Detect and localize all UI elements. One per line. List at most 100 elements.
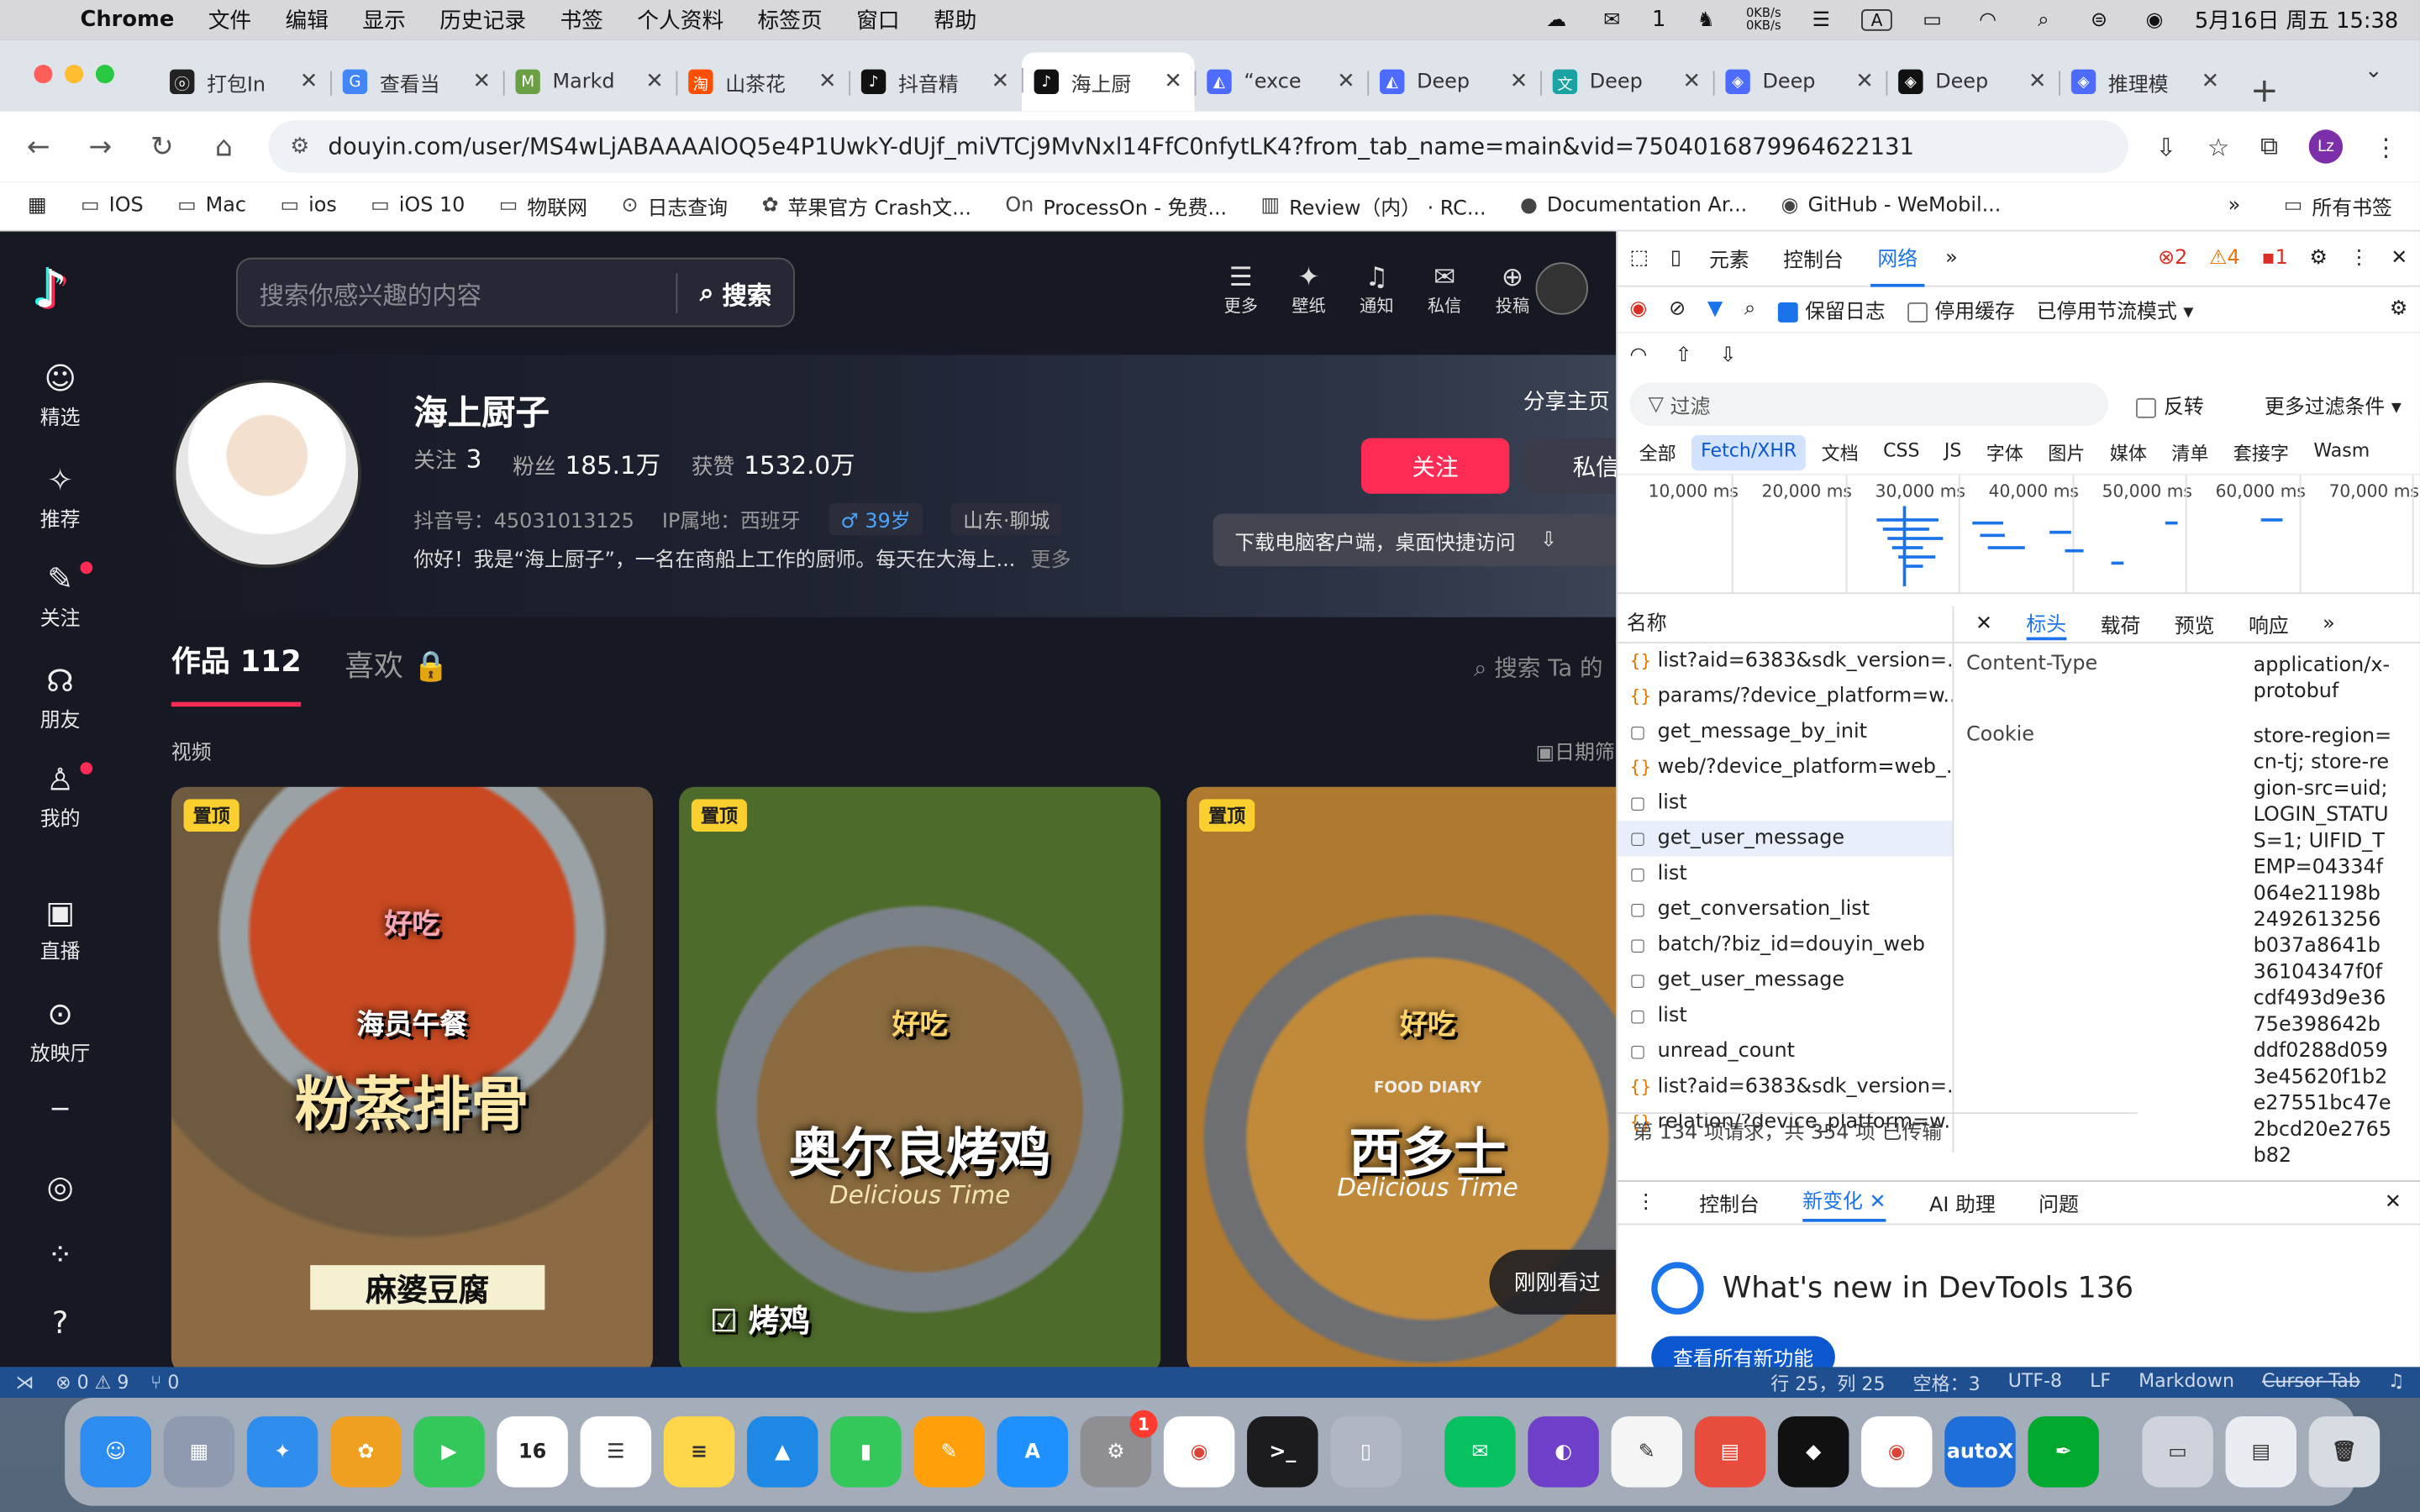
drawer-menu-icon[interactable]: ⋮ xyxy=(1636,1191,1656,1215)
bio-more-link[interactable]: 更多 xyxy=(1031,549,1071,573)
chrome-2-icon[interactable]: ◉ xyxy=(1861,1416,1933,1488)
warning-count[interactable]: ⚠4 xyxy=(2209,247,2240,270)
browser-tab[interactable]: G 查看当 ✕ xyxy=(330,55,503,108)
preserve-log-checkbox[interactable]: 保留日志 xyxy=(1777,295,1886,324)
help-icon[interactable]: ? xyxy=(0,1305,120,1339)
top-action[interactable]: ☰ 更多 xyxy=(1224,262,1258,318)
menu-app-name[interactable]: Chrome xyxy=(81,8,175,32)
bookmarks-overflow-icon[interactable]: » xyxy=(2228,194,2241,218)
facetime-icon[interactable]: ▶ xyxy=(413,1416,485,1488)
network-timeline[interactable]: 10,000 ms 20,000 ms 30,000 ms 40,000 ms 50,0… xyxy=(1617,473,2420,595)
type-filter-button[interactable]: Fetch/XHR xyxy=(1691,434,1807,471)
wifi-icon[interactable]: ◠ xyxy=(1972,9,2003,33)
numbers-icon[interactable]: ▮ xyxy=(830,1416,902,1488)
drawer-tab-whats-new[interactable]: 新变化 ✕ xyxy=(1802,1184,1886,1221)
type-filter-button[interactable]: 全部 xyxy=(1630,435,1686,470)
close-tab-icon[interactable]: ✕ xyxy=(1682,70,1701,94)
sidebar-item[interactable]: ▣ 直播 xyxy=(0,895,120,964)
line-ending[interactable]: LF xyxy=(2090,1369,2111,1395)
name-column-header[interactable]: 名称 xyxy=(1617,606,1953,643)
bookmark-item[interactable]: ▭ iOS 10 xyxy=(371,192,465,221)
install-app-icon[interactable]: ⇩ xyxy=(2156,132,2177,161)
tab-preview[interactable]: 预览 xyxy=(2175,609,2215,639)
type-filter-button[interactable]: 字体 xyxy=(1977,435,2033,470)
network-conditions-icon[interactable]: ◠ xyxy=(1630,344,1648,367)
browser-tab[interactable]: 文 Deep ✕ xyxy=(1540,55,1713,108)
tab-network[interactable]: 网络 xyxy=(1870,230,1924,287)
user-avatar-top[interactable] xyxy=(1535,262,1588,315)
menu-tabs[interactable]: 标签页 xyxy=(758,5,823,36)
record-icon[interactable]: ◉ xyxy=(1630,297,1648,321)
browser-tab[interactable]: ◈ 推理模 ✕ xyxy=(2059,55,2232,108)
request-row[interactable]: ▢ get_user_message xyxy=(1617,821,1953,857)
drawer-tab-console[interactable]: 控制台 xyxy=(1699,1188,1760,1218)
menu-file[interactable]: 文件 xyxy=(208,5,251,36)
menu-profile[interactable]: 个人资料 xyxy=(637,5,723,36)
autox-icon[interactable]: autoX xyxy=(1944,1416,2016,1488)
request-row[interactable]: ▢ get_message_by_init xyxy=(1618,714,1953,749)
video-card[interactable]: 置顶 好吃 奥尔良烤鸡 Delicious Time ☑ 烤鸡 xyxy=(679,786,1161,1369)
control-center-icon[interactable]: ⊜ xyxy=(2084,9,2115,33)
type-filter-button[interactable]: 媒体 xyxy=(2101,435,2156,470)
close-tab-icon[interactable]: ✕ xyxy=(1164,70,1182,94)
sidebar-item[interactable]: ☊ 朋友 xyxy=(0,664,120,733)
stack-icon[interactable]: ☰ xyxy=(1806,9,1837,33)
request-row[interactable]: ▢ get_user_message xyxy=(1618,963,1953,998)
close-tab-icon[interactable]: ✕ xyxy=(645,70,664,94)
bookmark-item[interactable]: ⊙ 日志查询 xyxy=(621,192,728,220)
reminders-icon[interactable]: ☰ xyxy=(580,1416,652,1488)
bookmark-item[interactable]: ▭ IOS xyxy=(81,192,144,221)
menu-edit[interactable]: 编辑 xyxy=(286,5,329,36)
browser-tab[interactable]: ⓞ 打包In ✕ xyxy=(157,55,330,108)
browser-tab[interactable]: ◭ Deep ✕ xyxy=(1367,55,1540,108)
cursor-position[interactable]: 行 25，列 25 xyxy=(1770,1369,1885,1395)
request-row[interactable]: {} list?aid=6383&sdk_version=... xyxy=(1618,643,1953,679)
menu-view[interactable]: 显示 xyxy=(362,5,405,36)
sidebar-item[interactable]: ✧ 推荐 xyxy=(0,463,120,533)
top-action[interactable]: ♫ 通知 xyxy=(1360,262,1393,318)
reload-icon[interactable]: ↻ xyxy=(145,130,179,163)
request-row[interactable]: {} params/?device_platform=w... xyxy=(1618,679,1953,714)
download-client-banner[interactable]: 下载电脑客户端，桌面快捷访问 ⇩ xyxy=(1213,513,1617,567)
close-tab-icon[interactable]: ✕ xyxy=(473,70,492,94)
tab-likes[interactable]: 喜欢 🔒 xyxy=(345,643,449,706)
chrome-menu-icon[interactable]: ⋮ xyxy=(2374,132,2398,161)
devtools-settings-icon[interactable]: ⚙ xyxy=(2310,247,2328,270)
textedit-icon[interactable]: ✎ xyxy=(1611,1416,1683,1488)
search-network-icon[interactable]: ⌕ xyxy=(1744,297,1755,321)
wps-icon[interactable]: ▤ xyxy=(1694,1416,1766,1488)
tab-works[interactable]: 作品 112 xyxy=(171,638,302,707)
clear-icon[interactable]: ⊘ xyxy=(1669,297,1686,321)
drawer-tab-ai[interactable]: AI 助理 xyxy=(1929,1188,1996,1218)
tab-headers[interactable]: 标头 xyxy=(2026,608,2067,641)
input-source[interactable]: A xyxy=(1861,9,1892,31)
tab-search-button[interactable]: ⌄ xyxy=(2352,59,2395,96)
request-row[interactable]: ▢ list xyxy=(1618,785,1953,821)
app-store-icon[interactable]: A xyxy=(997,1416,1068,1488)
close-tab-icon[interactable]: ✕ xyxy=(2202,70,2220,94)
type-filter-button[interactable]: Wasm xyxy=(2304,435,2379,470)
top-action[interactable]: ⊕ 投稿 xyxy=(1496,262,1529,318)
menu-datetime[interactable]: 5月16日 周五 15:38 xyxy=(2195,5,2398,36)
fans-stat[interactable]: 粉丝 185.1万 xyxy=(513,444,660,481)
apps-grid-icon[interactable]: ▦ xyxy=(28,194,47,218)
back-icon[interactable]: ← xyxy=(22,130,55,163)
close-tab-icon[interactable]: ✕ xyxy=(2028,70,2047,94)
type-filter-button[interactable]: CSS xyxy=(1874,435,1928,470)
profile-avatar-large[interactable] xyxy=(172,379,361,568)
indentation[interactable]: 空格：3 xyxy=(1913,1369,1981,1395)
keynote-icon[interactable]: ▲ xyxy=(746,1416,818,1488)
settings-circle-icon[interactable]: ◎ xyxy=(0,1169,120,1203)
network-filter-input[interactable]: ▽ 过滤 xyxy=(1629,382,2108,426)
drawer-tab-issues[interactable]: 问题 xyxy=(2039,1188,2079,1218)
calendar-icon[interactable]: 16 xyxy=(497,1416,568,1488)
notes-icon[interactable]: ≡ xyxy=(663,1416,735,1488)
more-tabs-icon[interactable]: » xyxy=(1945,247,1958,270)
cursor-icon[interactable]: ◆ xyxy=(1777,1416,1849,1488)
import-har-icon[interactable]: ⇧ xyxy=(1675,344,1691,367)
menu-history[interactable]: 历史记录 xyxy=(439,5,526,36)
video-card[interactable]: 置顶 好吃 海员午餐 粉蒸排骨 麻婆豆腐 xyxy=(171,786,653,1369)
browser-tab[interactable]: ◈ Deep ✕ xyxy=(1886,55,2059,108)
menu-help[interactable]: 帮助 xyxy=(934,5,976,36)
terminal-icon[interactable]: >_ xyxy=(1247,1416,1318,1488)
